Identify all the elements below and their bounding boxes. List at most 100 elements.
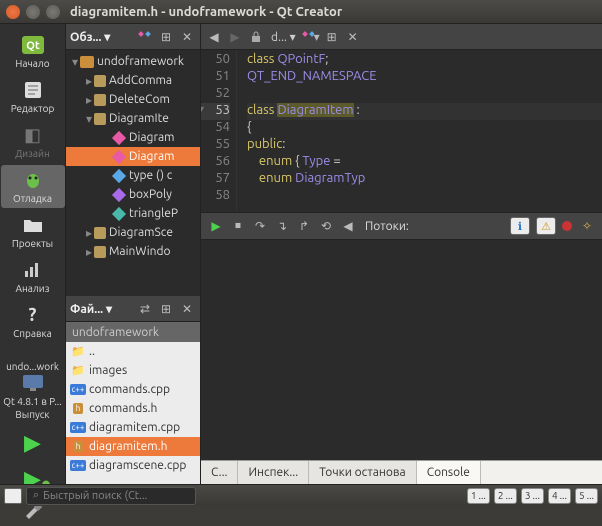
member-icon <box>112 150 126 164</box>
debug-stop-icon[interactable]: ⏹ <box>229 217 247 235</box>
close-pane-icon[interactable]: ✕ <box>178 300 196 318</box>
titlebar: diagramitem.h - undoframework - Qt Creat… <box>0 0 602 24</box>
step-into-icon[interactable]: ↴ <box>273 217 291 235</box>
debug-tabs: С... Инспек... Точки останова Console <box>201 460 602 484</box>
mode-debug[interactable]: Отладка <box>1 165 65 208</box>
folder-icon: 📁 <box>70 345 86 359</box>
output-pane-1[interactable]: 1... <box>467 488 490 504</box>
debug-continue-icon[interactable]: ▶ <box>207 217 225 235</box>
mode-design[interactable]: ◧ Дизайн <box>1 120 65 163</box>
tab-stack[interactable]: С... <box>201 461 238 484</box>
file-row[interactable]: 📁images <box>66 361 200 380</box>
files-header: Фай... ▾ ⇄ ⊞ ✕ <box>66 296 200 322</box>
member-icon <box>112 169 126 183</box>
window-maximize-icon[interactable] <box>46 5 60 19</box>
outline-tree[interactable]: ▾undoframework ▸AddComma ▸DeleteCom ▾Dia… <box>66 50 200 296</box>
mode-editor[interactable]: Редактор <box>1 75 65 118</box>
member-icon <box>112 131 126 145</box>
views-icon[interactable]: ✧ <box>578 217 596 235</box>
mode-projects[interactable]: Проекты <box>1 210 65 253</box>
help-icon: ? <box>19 304 47 326</box>
file-row[interactable]: 📁.. <box>66 342 200 361</box>
class-icon <box>94 94 106 106</box>
play-icon: ▶ <box>24 430 41 456</box>
nav-fwd-icon[interactable]: ▶ <box>226 28 244 46</box>
class-icon <box>94 227 106 239</box>
toggle-sidebar-icon[interactable] <box>4 488 22 504</box>
member-icon <box>112 188 126 202</box>
debug-toolbar: ▶ ⏹ ↷ ↴ ↱ ⟲ ◀ Потоки: ℹ ⚠ ✧ <box>201 212 602 240</box>
header-file-icon: h <box>70 402 86 416</box>
split-icon[interactable]: ⊞ <box>157 300 175 318</box>
files-title[interactable]: Фай... ▾ <box>70 302 133 316</box>
run-button[interactable]: ▶ <box>1 426 65 460</box>
filter-icon[interactable]: ▾ <box>302 28 320 46</box>
sync-icon[interactable]: ⇄ <box>136 300 154 318</box>
file-row[interactable]: hdiagramitem.h <box>66 437 200 456</box>
tree-item[interactable]: boxPoly <box>66 185 200 204</box>
outline-title[interactable]: Обз... ▾ <box>70 30 133 44</box>
error-indicator-icon[interactable] <box>562 221 572 231</box>
mode-sidebar: Qt Начало Редактор ◧ Дизайн Отладка Прое… <box>0 24 66 484</box>
split-icon[interactable]: ⊞ <box>323 28 341 46</box>
output-pane-3[interactable]: 3... <box>521 488 544 504</box>
editor-tab[interactable]: d... ▾ <box>268 30 299 44</box>
folder-icon <box>19 214 47 236</box>
warning-icon[interactable]: ⚠ <box>536 217 556 235</box>
split-icon[interactable]: ⊞ <box>157 28 175 46</box>
search-icon: ⌕ <box>33 489 39 502</box>
files-list[interactable]: 📁..📁imagesc++commands.cpphcommands.hc++d… <box>66 342 200 484</box>
monitor-icon <box>19 372 47 394</box>
tree-item[interactable]: ▸AddComma <box>66 71 200 90</box>
tree-item[interactable]: ▸DiagramSce <box>66 223 200 242</box>
mode-help[interactable]: ? Справка <box>1 300 65 343</box>
window-minimize-icon[interactable] <box>26 5 40 19</box>
window-close-icon[interactable] <box>6 5 20 19</box>
tree-item[interactable]: ▸MainWindo <box>66 242 200 261</box>
tree-root[interactable]: ▾undoframework <box>66 52 200 71</box>
info-icon[interactable]: ℹ <box>510 217 530 235</box>
close-editor-icon[interactable]: ✕ <box>344 28 362 46</box>
debug-area <box>201 240 602 484</box>
tab-breakpoints[interactable]: Точки останова <box>309 461 417 484</box>
tab-console[interactable]: Console <box>417 461 481 484</box>
design-icon: ◧ <box>19 124 47 146</box>
mode-analyze[interactable]: Анализ <box>1 255 65 298</box>
restart-icon[interactable]: ⟲ <box>317 217 335 235</box>
lock-icon[interactable] <box>247 28 265 46</box>
step-out-icon[interactable]: ↱ <box>295 217 313 235</box>
output-pane-5[interactable]: 5... <box>575 488 598 504</box>
tree-item[interactable]: triangleP <box>66 204 200 223</box>
analyze-icon <box>19 259 47 281</box>
mode-welcome[interactable]: Qt Начало <box>1 30 65 73</box>
locator-input[interactable]: ⌕Быстрый поиск (Ct... <box>26 487 196 505</box>
nav-back-icon[interactable]: ◀ <box>205 28 223 46</box>
member-icon <box>112 207 126 221</box>
file-row[interactable]: c++diagramscene.cpp <box>66 456 200 475</box>
files-crumb[interactable]: undoframework <box>66 322 200 342</box>
step-over-icon[interactable]: ↷ <box>251 217 269 235</box>
kit-selector[interactable]: undo...work Qt 4.8.1 в P... Выпуск <box>1 355 65 424</box>
frame-back-icon[interactable]: ◀ <box>339 217 357 235</box>
tree-item[interactable]: ▸DeleteCom <box>66 90 200 109</box>
folder-icon: 📁 <box>70 364 86 378</box>
outline-pane: Обз... ▾ ⊞ ✕ ▾undoframework ▸AddComma ▸D… <box>66 24 201 296</box>
file-row[interactable]: c++commands.cpp <box>66 380 200 399</box>
svg-text:Qt: Qt <box>26 40 40 52</box>
file-row[interactable]: hcommands.h <box>66 399 200 418</box>
threads-label: Потоки: <box>365 220 409 233</box>
header-file-icon: h <box>70 440 86 454</box>
tree-item[interactable]: ▾DiagramIte <box>66 109 200 128</box>
cpp-file-icon: c++ <box>70 383 86 397</box>
tree-item[interactable]: Diagram <box>66 147 200 166</box>
tab-inspector[interactable]: Инспек... <box>238 461 309 484</box>
close-pane-icon[interactable]: ✕ <box>178 28 196 46</box>
tree-item[interactable]: Diagram <box>66 128 200 147</box>
output-pane-4[interactable]: 4... <box>548 488 571 504</box>
output-pane-2[interactable]: 2... <box>494 488 517 504</box>
file-row[interactable]: c++diagramitem.cpp <box>66 418 200 437</box>
tree-item[interactable]: type () c <box>66 166 200 185</box>
files-pane: Фай... ▾ ⇄ ⊞ ✕ undoframework 📁..📁imagesc… <box>66 296 201 484</box>
filter-icon[interactable] <box>136 28 154 46</box>
statusbar: ⌕Быстрый поиск (Ct... 1... 2... 3... 4..… <box>0 484 602 506</box>
